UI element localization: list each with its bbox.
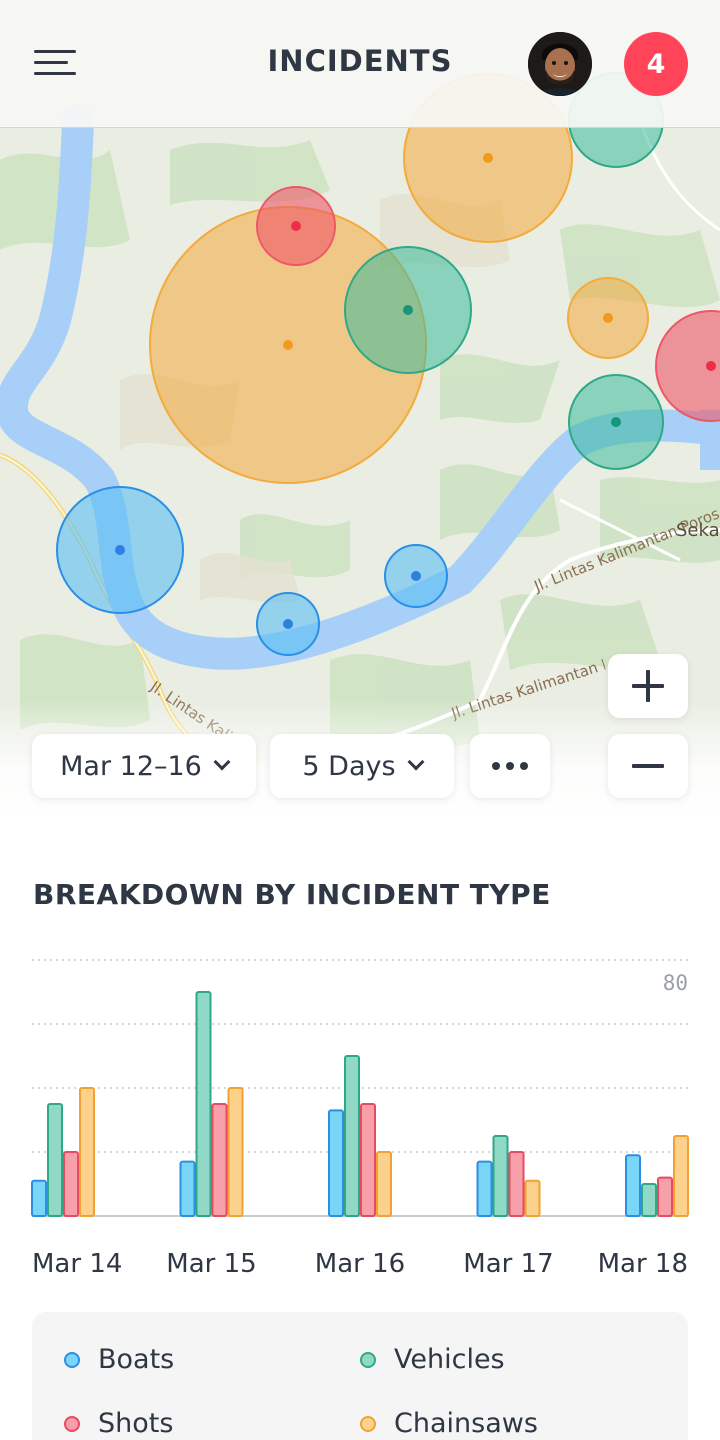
more-horizontal-icon [492, 762, 528, 770]
bar-boats [328, 1109, 344, 1217]
chart-legend: Boats Vehicles Shots Chainsaws [32, 1312, 688, 1440]
bar-vehicles [492, 1135, 509, 1217]
legend-dot-icon [64, 1415, 80, 1432]
marker-boats[interactable] [56, 486, 184, 614]
x-tick-label: Mar 18 [598, 1249, 688, 1279]
x-tick-label: Mar 15 [166, 1249, 256, 1279]
avatar[interactable] [528, 32, 592, 96]
incident-type-bar-chart: 80 Mar 14 Mar 15 Mar 16 Mar 17 Mar 18 [31, 959, 689, 1279]
duration-label: 5 Days [302, 750, 396, 782]
marker-vehicles[interactable] [344, 246, 472, 374]
chevron-down-icon [213, 753, 231, 771]
marker-boats[interactable] [256, 592, 320, 656]
bar-boats [179, 1160, 196, 1218]
x-tick-label: Mar 14 [32, 1249, 122, 1279]
bar-boats [31, 1179, 47, 1218]
more-options-button[interactable] [470, 734, 550, 798]
legend-item-vehicles: Vehicles [360, 1344, 505, 1375]
bar-vehicles [344, 1055, 360, 1217]
bar-shots [211, 1103, 228, 1217]
bar-shots [63, 1151, 79, 1217]
legend-label: Boats [98, 1344, 175, 1375]
user-avatar-icon [528, 32, 592, 96]
marker-shots[interactable] [256, 186, 336, 266]
x-tick-label: Mar 17 [463, 1249, 553, 1279]
zoom-in-button[interactable] [608, 654, 688, 718]
x-tick-label: Mar 16 [315, 1249, 405, 1279]
y-tick-label: 80 [663, 971, 688, 995]
marker-boats[interactable] [384, 544, 448, 608]
legend-dot-icon [360, 1351, 376, 1368]
notification-badge[interactable]: 4 [624, 32, 688, 96]
date-range-label: Mar 12–16 [60, 750, 202, 782]
chevron-down-icon [407, 753, 425, 771]
bar-boats [625, 1154, 641, 1217]
marker-chainsaws[interactable] [567, 277, 649, 359]
legend-label: Shots [98, 1408, 174, 1439]
legend-dot-icon [64, 1351, 80, 1368]
bar-chainsaws [524, 1179, 541, 1218]
bar-shots [360, 1103, 376, 1217]
section-title: BREAKDOWN BY INCIDENT TYPE [33, 878, 551, 911]
zoom-out-button[interactable] [608, 734, 688, 798]
bar-shots [657, 1176, 673, 1218]
bar-shots [508, 1151, 525, 1217]
legend-label: Chainsaws [394, 1408, 538, 1439]
minus-icon [632, 750, 664, 782]
marker-vehicles[interactable] [568, 374, 664, 470]
bar-chainsaws [79, 1087, 95, 1217]
bar-vehicles [641, 1183, 657, 1217]
legend-item-shots: Shots [64, 1408, 173, 1439]
legend-dot-icon [360, 1415, 376, 1432]
legend-item-chainsaws: Chainsaws [360, 1408, 538, 1439]
duration-dropdown[interactable]: 5 Days [270, 734, 454, 798]
legend-item-boats: Boats [64, 1344, 174, 1375]
app-header: INCIDENTS 4 [0, 0, 720, 128]
bar-boats [476, 1160, 493, 1218]
date-range-dropdown[interactable]: Mar 12–16 [32, 734, 256, 798]
legend-label: Vehicles [394, 1344, 505, 1375]
bar-chainsaws [227, 1087, 244, 1217]
bar-vehicles [47, 1103, 63, 1217]
bar-chainsaws [376, 1151, 392, 1217]
page-title: INCIDENTS [267, 44, 453, 78]
plus-icon [632, 670, 664, 702]
marker-shots[interactable] [655, 310, 720, 422]
bar-chainsaws [673, 1135, 689, 1217]
bar-vehicles [195, 991, 212, 1217]
